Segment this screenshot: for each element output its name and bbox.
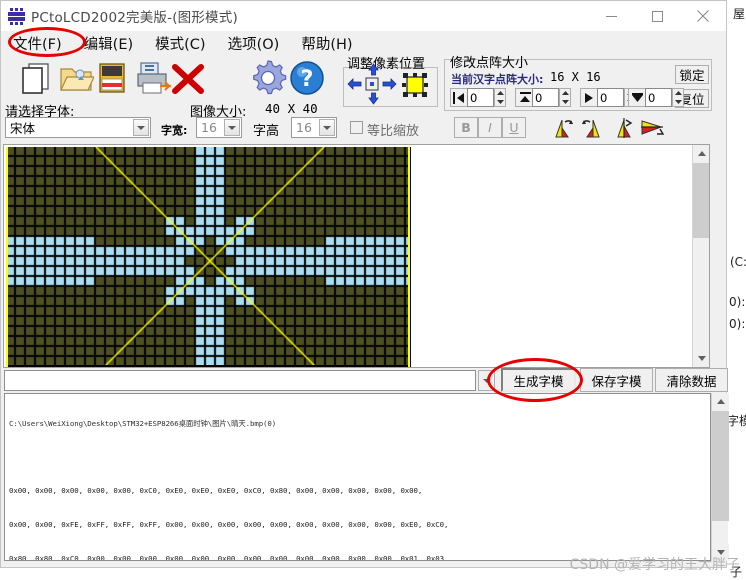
window-controls bbox=[588, 1, 726, 31]
spin-left[interactable]: 0 bbox=[450, 88, 506, 107]
spin-bottom[interactable]: 0 bbox=[628, 88, 684, 107]
bg-fragment: (C: bbox=[730, 255, 746, 269]
current-size-label: 当前汉字点阵大小: bbox=[451, 73, 544, 86]
dot-matrix-label: 修改点阵大小 bbox=[450, 56, 529, 71]
italic-button[interactable]: I bbox=[478, 117, 502, 138]
output-code: C:\Users\WeiXiong\Desktop\STM32+ESP8266桌… bbox=[9, 396, 708, 560]
font-height-combo[interactable]: 16 bbox=[291, 117, 337, 138]
bg-fragment: 0): bbox=[729, 317, 746, 331]
image-size-value: 40 X 40 bbox=[265, 101, 318, 116]
menu-edit[interactable]: 编辑(E) bbox=[84, 33, 133, 54]
maximize-button[interactable] bbox=[634, 1, 680, 31]
screenshot-root: 屋 (C: 0): 0): 字模 子 PCtoLCD2002完美版-(图形模式) bbox=[0, 0, 746, 580]
spin-top-value[interactable]: 0 bbox=[532, 88, 559, 107]
move-right-icon[interactable] bbox=[381, 76, 397, 97]
output-line: 0x00, 0x00, 0xFE, 0xFF, 0xFF, 0xFF, 0x00… bbox=[9, 520, 449, 530]
bg-fragment: 屋 bbox=[733, 7, 746, 21]
font-height-value: 16 bbox=[296, 120, 312, 135]
path-input[interactable] bbox=[4, 370, 476, 391]
canvas-left-marker bbox=[6, 147, 8, 367]
canvas-vscroll-thumb[interactable] bbox=[693, 163, 709, 238]
rotate-left-icon[interactable] bbox=[552, 116, 576, 145]
chevron-down-icon[interactable] bbox=[224, 119, 240, 136]
bg-fragment: 0): bbox=[729, 295, 746, 309]
font-width-label: 字宽: bbox=[161, 124, 188, 137]
open-folder-icon[interactable] bbox=[58, 60, 95, 101]
scale-checkbox-label: 等比缩放 bbox=[367, 124, 420, 139]
align-right-icon bbox=[580, 88, 597, 107]
pixel-position-buttons bbox=[345, 63, 437, 107]
spin-bottom-stepper[interactable] bbox=[672, 88, 684, 107]
output-vscroll-thumb[interactable] bbox=[712, 411, 729, 521]
font-name-combo[interactable]: 宋体 bbox=[5, 117, 151, 138]
grid-chip-icon bbox=[8, 7, 25, 25]
font-width-combo[interactable]: 16 bbox=[196, 117, 242, 138]
menu-file[interactable]: 文件(F) bbox=[13, 33, 62, 54]
flip-vertical-icon[interactable] bbox=[613, 116, 637, 145]
move-down-icon[interactable] bbox=[367, 92, 380, 110]
main-window: PCtoLCD2002完美版-(图形模式) 文件(F) 编辑(E) 模式(C) … bbox=[0, 0, 729, 568]
output-textarea[interactable]: C:\Users\WeiXiong\Desktop\STM32+ESP8266桌… bbox=[4, 393, 711, 561]
canvas-panel bbox=[3, 144, 710, 368]
font-height-label: 字高 bbox=[253, 124, 280, 139]
spin-top-stepper[interactable] bbox=[559, 88, 571, 107]
generate-font-button[interactable]: 生成字模 bbox=[501, 368, 576, 392]
rotate-right-icon[interactable] bbox=[579, 116, 603, 145]
bold-button[interactable]: B bbox=[454, 117, 478, 138]
output-vscrollbar[interactable] bbox=[711, 393, 729, 561]
scale-checkbox[interactable] bbox=[350, 121, 363, 134]
font-width-value: 16 bbox=[201, 120, 217, 135]
align-left-icon bbox=[450, 88, 467, 107]
title-bar: PCtoLCD2002完美版-(图形模式) bbox=[1, 1, 726, 31]
scroll-up-icon[interactable] bbox=[712, 393, 729, 410]
scroll-up-icon[interactable] bbox=[693, 145, 709, 162]
help-question-icon[interactable]: ? bbox=[289, 60, 325, 101]
spin-right-value[interactable]: 0 bbox=[597, 88, 624, 107]
spin-left-value[interactable]: 0 bbox=[467, 88, 494, 107]
menu-help[interactable]: 帮助(H) bbox=[301, 33, 352, 54]
spin-bottom-value[interactable]: 0 bbox=[645, 88, 672, 107]
align-top-icon bbox=[515, 88, 532, 107]
path-dropdown-button[interactable] bbox=[478, 370, 495, 391]
scroll-down-icon[interactable] bbox=[693, 350, 709, 367]
flip-horizontal-icon[interactable] bbox=[639, 116, 665, 145]
save-disk-icon[interactable] bbox=[96, 60, 128, 101]
underline-button[interactable]: U bbox=[502, 117, 526, 138]
canvas-right-marker bbox=[408, 147, 410, 367]
chevron-down-icon[interactable] bbox=[319, 119, 335, 136]
font-name-value: 宋体 bbox=[10, 121, 36, 136]
bg-fragment: 字模 bbox=[727, 414, 746, 428]
window-title: PCtoLCD2002完美版-(图形模式) bbox=[31, 10, 238, 26]
close-button[interactable] bbox=[680, 1, 726, 31]
fit-box-icon[interactable] bbox=[402, 73, 428, 102]
new-file-icon[interactable] bbox=[17, 60, 53, 101]
move-left-icon[interactable] bbox=[347, 76, 363, 97]
lock-button[interactable]: 锁定 bbox=[675, 65, 709, 84]
save-font-button[interactable]: 保存字模 bbox=[580, 368, 653, 392]
delete-cross-icon[interactable] bbox=[171, 64, 205, 99]
csdn-watermark: CSDN @爱学习的王大胖子 bbox=[569, 557, 740, 573]
svg-text:?: ? bbox=[301, 67, 314, 92]
canvas-vscrollbar[interactable] bbox=[692, 145, 709, 367]
print-icon[interactable] bbox=[134, 60, 174, 101]
minimize-button[interactable] bbox=[588, 1, 634, 31]
output-line: 0x00, 0x00, 0x00, 0x00, 0x00, 0xC0, 0xE0… bbox=[9, 486, 423, 496]
chevron-down-icon[interactable] bbox=[133, 119, 149, 136]
clear-data-button[interactable]: 清除数据 bbox=[655, 368, 728, 392]
current-size-value: 16 X 16 bbox=[550, 70, 601, 84]
menu-options[interactable]: 选项(O) bbox=[228, 33, 280, 54]
output-header-path: C:\Users\WeiXiong\Desktop\STM32+ESP8266桌… bbox=[9, 419, 277, 429]
align-bottom-icon bbox=[628, 88, 645, 107]
pixel-editor-canvas[interactable] bbox=[6, 147, 411, 367]
spin-left-stepper[interactable] bbox=[494, 88, 506, 107]
spin-top[interactable]: 0 bbox=[515, 88, 571, 107]
menu-mode[interactable]: 模式(C) bbox=[155, 33, 205, 54]
settings-gear-icon[interactable] bbox=[249, 59, 287, 102]
